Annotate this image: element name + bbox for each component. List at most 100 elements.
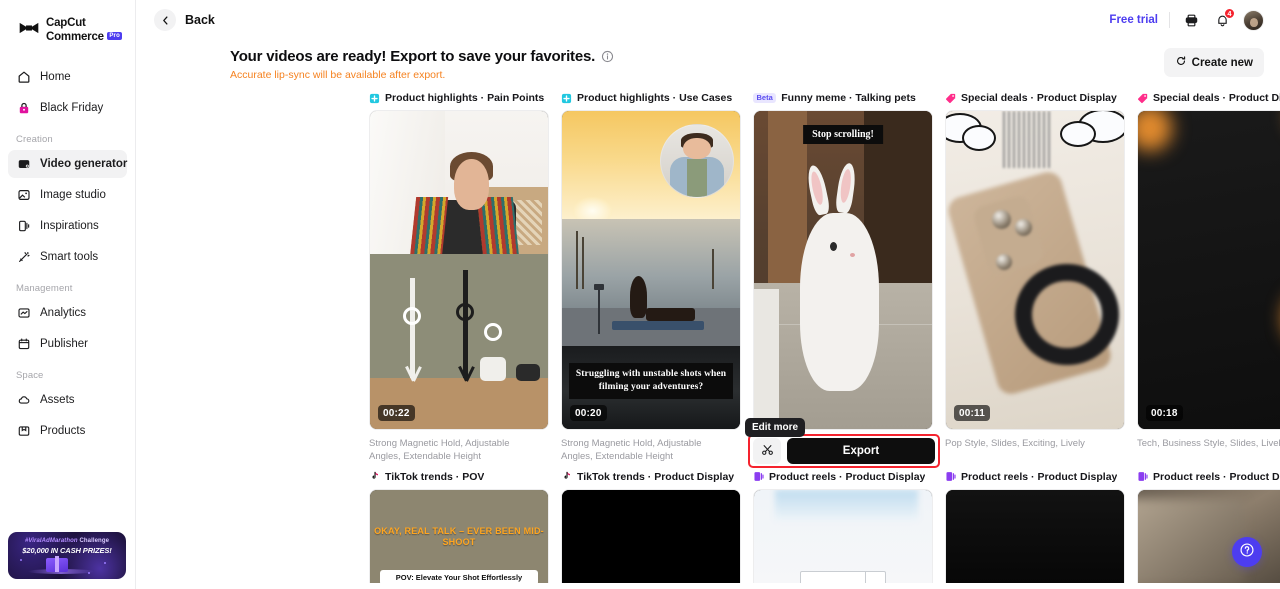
printer-icon[interactable] [1181,10,1201,30]
card-description: Tech, Business Style, Slides, Lively [1137,438,1280,449]
presenter-avatar-overlay [660,123,734,198]
card-label: Special deals · Product Display [945,91,1125,105]
card-label: Product reels · Product Display [753,470,933,484]
sidebar-item-analytics[interactable]: Analytics [8,299,127,327]
info-icon[interactable] [601,50,614,63]
avatar[interactable] [1243,9,1264,31]
video-card: TikTok trends · POV OKAY, REAL TALK – EV… [369,470,549,583]
card-label: Beta Funny meme · Talking pets [753,91,933,105]
card-label-text: TikTok trends · POV [385,470,485,483]
notification-count-badge: 4 [1224,8,1235,19]
sidebar-section-creation: Creation [16,133,53,145]
sidebar-item-label: Publisher [40,337,88,350]
video-card: Special deals · Product Display 00:11 Po… [945,91,1125,464]
video-subtitle-overlay: POV: Elevate Your Shot Effortlessly [380,569,538,583]
card-description: Strong Magnetic Hold, Adjustable Angles,… [369,438,510,462]
pro-badge: Pro [106,31,123,40]
sidebar-item-image-studio[interactable]: Image studio [8,181,127,209]
video-thumbnail[interactable]: Struggling with unstable shots when film… [561,110,741,430]
card-label-text: TikTok trends · Product Display [577,470,735,483]
card-label-text: Product highlights · Pain Points [385,92,545,104]
video-thumbnail[interactable]: 00:22 [369,110,549,430]
cloud-icon [16,392,31,407]
export-button[interactable]: Export [787,438,935,464]
sidebar-item-inspirations[interactable]: Inspirations [8,212,127,240]
back-button[interactable]: Back [154,9,215,31]
box-icon [16,423,31,438]
card-description: Pop Style, Slides, Exciting, Lively [945,438,1085,449]
video-card: Product highlights · Use Cases Strugglin… [561,91,741,464]
create-new-label: Create new [1191,56,1253,69]
video-thumbnail[interactable] [1137,488,1280,583]
video-card: Beta Funny meme · Talking pets Stop scro… [753,91,933,464]
video-thumbnail[interactable] [753,488,933,583]
app-logo[interactable]: CapCut Commerce Pro [8,0,127,43]
chevron-left-icon [154,9,176,31]
card-label-text: Funny meme · Talking pets [781,92,916,104]
video-thumbnail[interactable] [561,488,741,583]
sidebar-item-label: Assets [40,393,75,406]
video-thumbnail[interactable]: 00:18 [1137,110,1280,430]
video-thumbnail[interactable]: 00:11 [945,110,1125,430]
edit-more-button[interactable] [753,438,781,464]
image-icon [16,187,31,202]
card-label: TikTok trends · Product Display [561,470,741,484]
page-title: Your videos are ready! Export to save yo… [230,48,1164,65]
card-label-text: Product reels · Product Display [769,470,926,483]
notification-bell-icon[interactable]: 4 [1212,8,1235,30]
logo-line-2: Commerce [46,30,104,43]
sidebar-item-home[interactable]: Home [8,63,127,91]
sidebar-item-assets[interactable]: Assets [8,386,127,414]
product-highlights-icon [369,93,380,104]
video-caption-overlay: OKAY, REAL TALK – EVER BEEN MID-SHOOT [374,525,544,548]
video-card: Special deals · Product Display 00:18 Te… [1137,91,1280,464]
help-button[interactable] [1232,537,1262,567]
lock-icon [16,100,31,115]
duration-badge: 00:11 [954,405,991,421]
main-content: Back Free trial 4 Your videos are ready!… [136,0,1280,589]
sidebar-item-label: Image studio [40,188,106,201]
promo-banner[interactable]: #ViralAdMarathon Challenge $20,000 IN CA… [8,532,126,579]
card-label: Product reels · Product Display [1137,470,1280,484]
sidebar-item-publisher[interactable]: Publisher [8,330,127,358]
create-new-button[interactable]: Create new [1163,48,1264,77]
sidebar-item-smart-tools[interactable]: Smart tools [8,243,127,271]
card-label-text: Product highlights · Use Cases [577,92,733,104]
page-title-text: Your videos are ready! Export to save yo… [230,48,596,65]
card-label: TikTok trends · POV [369,470,549,484]
video-thumbnail[interactable]: Stop scrolling! [753,110,933,430]
top-bar-actions: Free trial 4 [1109,8,1264,31]
duration-badge: 00:22 [378,405,415,421]
magic-wand-icon [16,249,31,264]
page-header: Your videos are ready! Export to save yo… [136,40,1280,81]
sidebar-item-products[interactable]: Products [8,417,127,445]
card-label: Product reels · Product Display [945,470,1125,484]
video-thumbnail[interactable]: OKAY, REAL TALK – EVER BEEN MID-SHOOT PO… [369,488,549,583]
video-card: Product reels · Product Display [945,470,1125,583]
page-subtitle: Accurate lip-sync will be available afte… [230,69,446,81]
duration-badge: 00:20 [570,405,607,421]
sidebar-item-label: Analytics [40,306,87,319]
sidebar-section-space: Space [16,369,44,381]
tiktok-icon [369,471,380,482]
video-thumbnail[interactable] [945,488,1125,583]
app-root: CapCut Commerce Pro Home Black Friday Cr… [0,0,1280,589]
video-caption-overlay: Struggling with unstable shots when film… [569,363,733,399]
free-trial-link[interactable]: Free trial [1109,14,1158,26]
sidebar-item-video-generator[interactable]: Video generator [8,149,127,178]
card-label: Product highlights · Use Cases [561,91,741,105]
sidebar-item-black-friday[interactable]: Black Friday [8,94,127,122]
scissors-icon [761,443,774,459]
product-reels-icon [945,471,956,482]
video-grid-row-2: TikTok trends · POV OKAY, REAL TALK – EV… [136,466,1280,583]
video-card: Product reels · Product Display [753,470,933,583]
product-reels-icon [1137,471,1148,482]
logo-line-1: CapCut [46,17,86,29]
sidebar-section-management: Management [16,282,73,294]
question-mark-icon [1239,542,1255,563]
calendar-icon [16,336,31,351]
tiktok-icon [561,471,572,482]
card-label-text: Product reels · Product Display [961,470,1118,483]
product-highlights-icon [561,93,572,104]
video-grid-row-1: Product highlights · Pain Points 00:22 S… [136,83,1280,464]
